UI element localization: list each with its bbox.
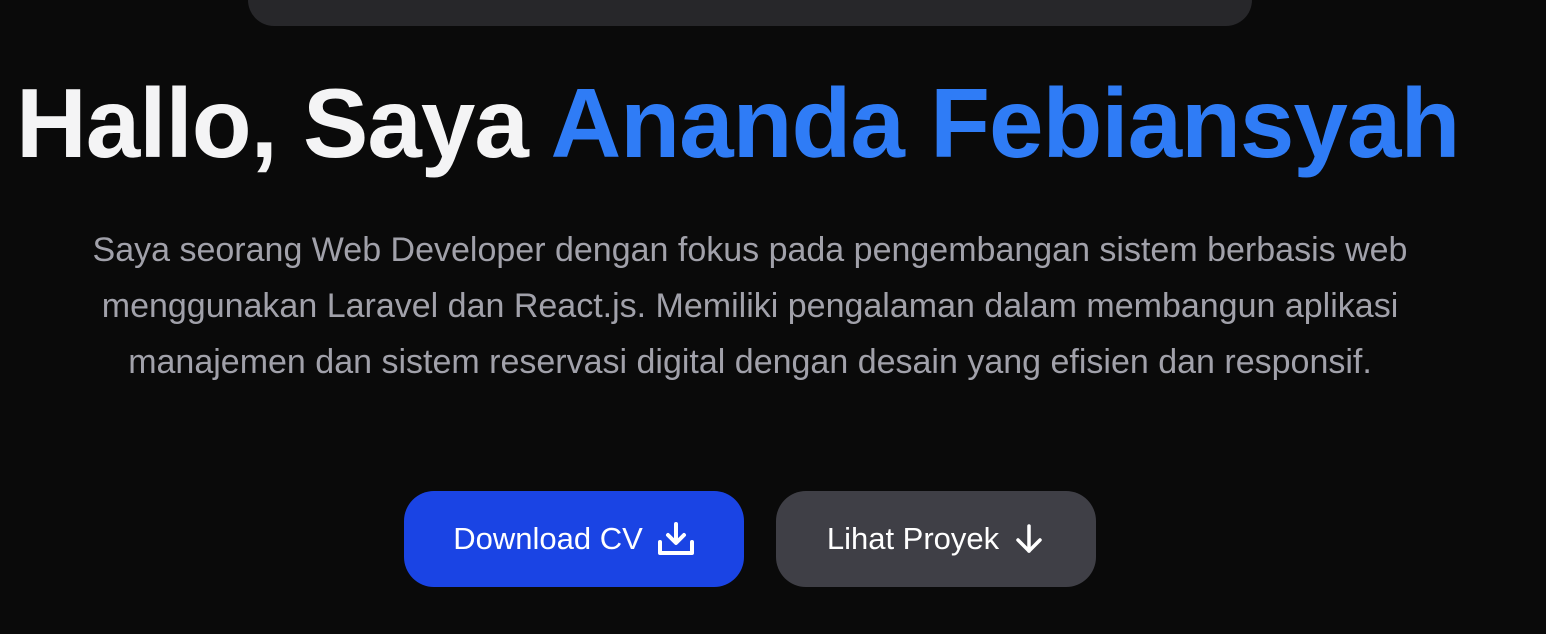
download-cv-label: Download CV: [453, 521, 643, 556]
hero-greeting: Hallo, Saya: [16, 68, 551, 178]
hero-name: Ananda Febiansyah: [550, 68, 1461, 178]
hero-title: Hallo, Saya Ananda Febiansyah: [0, 68, 1546, 178]
download-icon: [657, 522, 695, 556]
download-cv-button[interactable]: Download CV: [404, 491, 744, 587]
view-projects-button[interactable]: Lihat Proyek: [776, 491, 1096, 587]
navbar: [248, 0, 1252, 26]
hero-description: Saya seorang Web Developer dengan fokus …: [92, 231, 1408, 381]
arrow-down-icon: [1013, 523, 1045, 555]
hero-section: Hallo, Saya Ananda Febiansyah Saya seora…: [0, 0, 1546, 634]
view-projects-label: Lihat Proyek: [826, 521, 1000, 556]
